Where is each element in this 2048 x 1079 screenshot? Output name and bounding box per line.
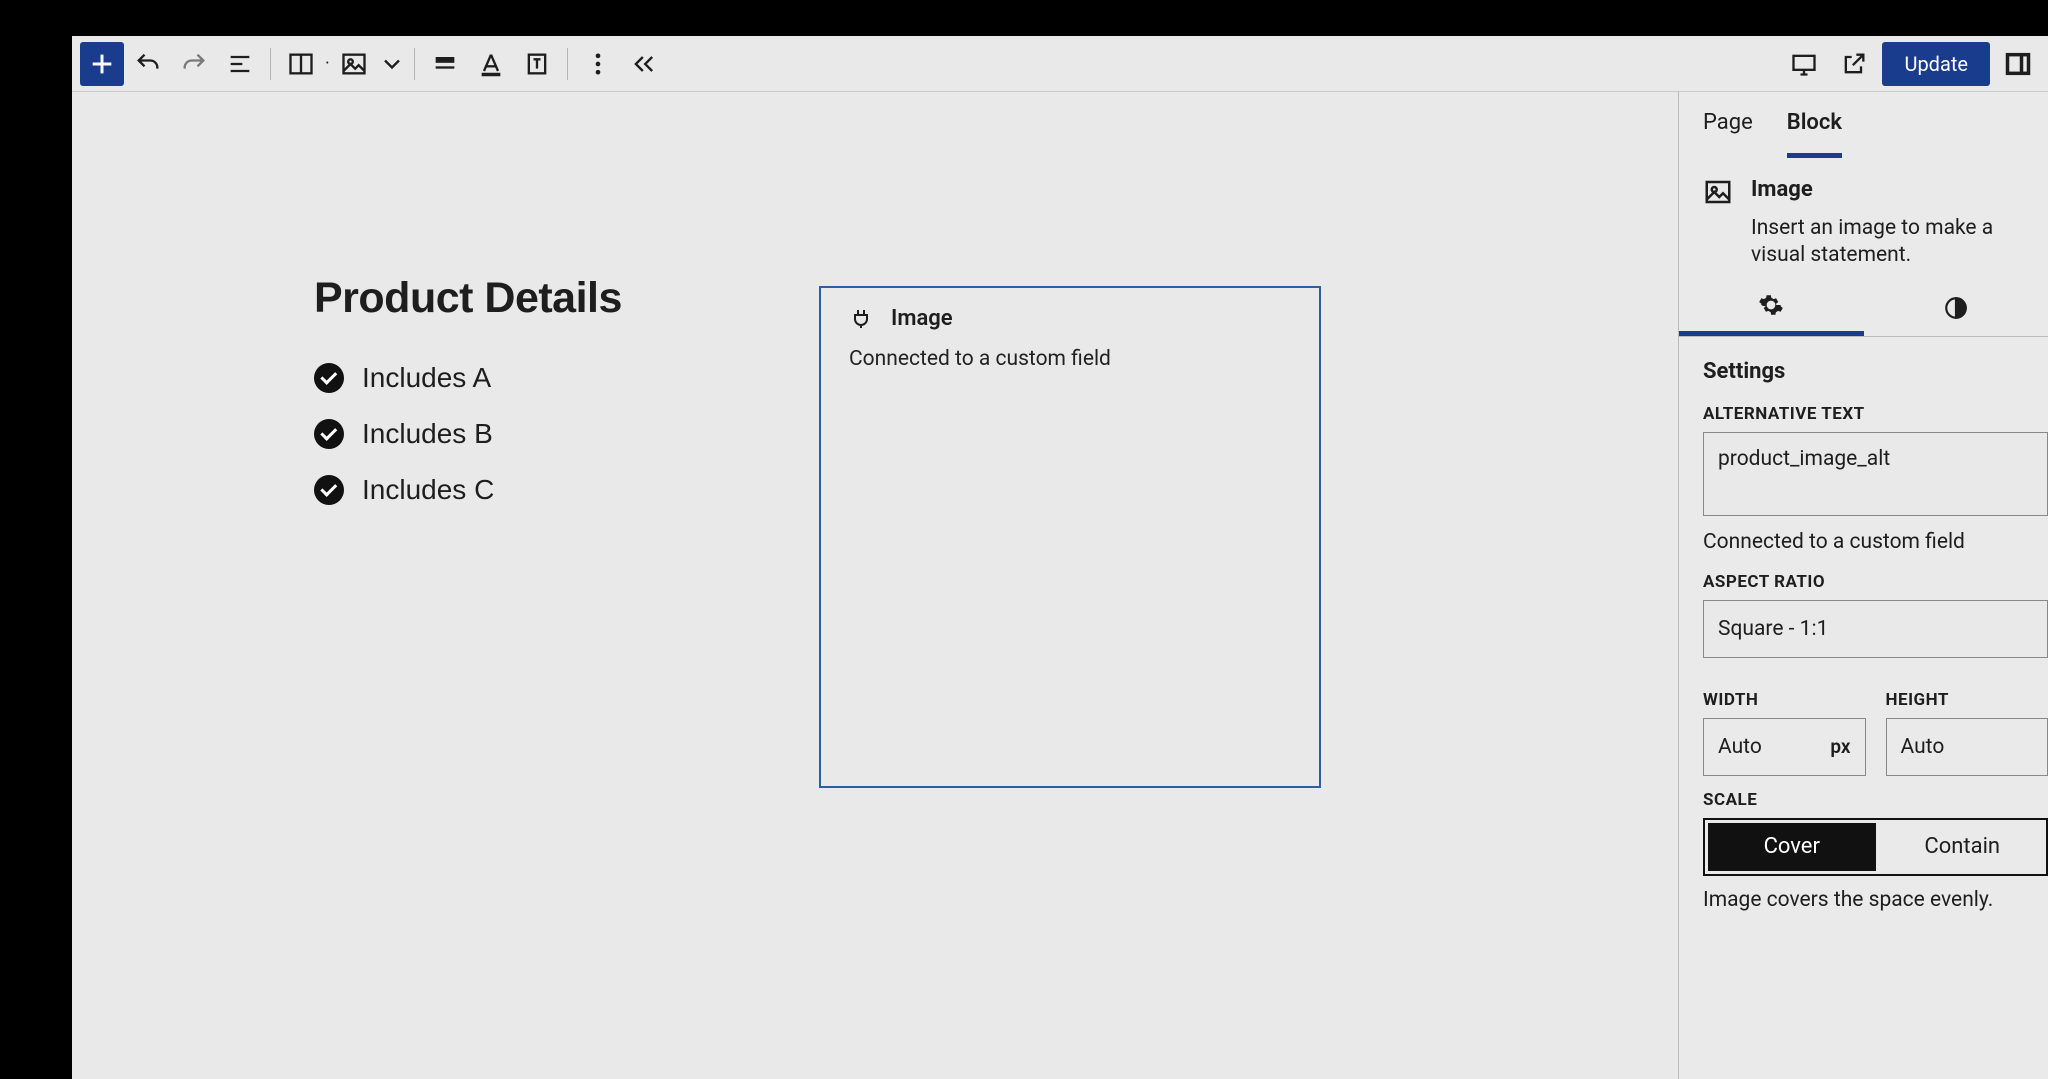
- settings-sidebar: Page Block Image Insert an image to make…: [1678, 92, 2048, 1079]
- top-toolbar: · Update: [72, 36, 2048, 92]
- subtab-settings[interactable]: [1679, 280, 1864, 336]
- editor-window: · Update: [72, 36, 2048, 1079]
- height-value: Auto: [1887, 719, 2048, 775]
- tab-page[interactable]: Page: [1703, 110, 1753, 157]
- list-item-label: Includes A: [362, 362, 491, 394]
- settings-section-header: Settings: [1679, 337, 2048, 390]
- check-circle-icon: [314, 419, 344, 449]
- check-circle-icon: [314, 475, 344, 505]
- columns-layout-button[interactable]: [279, 42, 323, 86]
- list-item[interactable]: Includes B: [314, 418, 494, 450]
- toolbar-divider: [414, 48, 415, 80]
- toolbar-divider: [270, 48, 271, 80]
- page-title[interactable]: Product Details: [314, 274, 622, 323]
- sidebar-subtabs: [1679, 280, 2048, 337]
- scale-help: Image covers the space evenly.: [1679, 876, 2048, 912]
- contrast-icon: [1943, 295, 1969, 321]
- scale-option-contain[interactable]: Contain: [1879, 820, 2047, 874]
- redo-button[interactable]: [172, 42, 216, 86]
- text-style-button[interactable]: [515, 42, 559, 86]
- image-block-selected[interactable]: Image Connected to a custom field: [819, 286, 1321, 788]
- product-feature-list: Includes A Includes B Includes C: [314, 362, 494, 506]
- alt-text-help: Connected to a custom field: [1679, 516, 2048, 558]
- tab-block[interactable]: Block: [1787, 110, 1842, 158]
- add-block-button[interactable]: [80, 42, 124, 86]
- block-type-description: Insert an image to make a visual stateme…: [1679, 213, 2048, 280]
- scale-option-cover[interactable]: Cover: [1708, 823, 1876, 871]
- list-item-label: Includes C: [362, 474, 494, 506]
- list-item[interactable]: Includes A: [314, 362, 494, 394]
- settings-panel-toggle[interactable]: [1996, 42, 2040, 86]
- update-button[interactable]: Update: [1882, 42, 1990, 86]
- subtab-styles[interactable]: [1864, 280, 2048, 336]
- plugin-icon: [849, 307, 873, 331]
- width-value: Auto: [1704, 719, 1816, 775]
- document-overview-button[interactable]: [218, 42, 262, 86]
- scale-toggle: Cover Contain: [1703, 818, 2048, 876]
- main-area: Product Details Includes A Includes B In…: [72, 92, 2048, 1079]
- list-item-label: Includes B: [362, 418, 493, 450]
- toolbar-dot-icon: ·: [325, 53, 330, 74]
- gear-icon: [1758, 292, 1784, 318]
- align-button[interactable]: [423, 42, 467, 86]
- image-block-title: Image: [891, 306, 953, 331]
- block-type-title: Image: [1751, 177, 1813, 202]
- image-icon: [1703, 177, 1733, 207]
- image-insert-button[interactable]: [332, 42, 376, 86]
- width-unit[interactable]: px: [1816, 719, 1864, 775]
- image-block-subtitle: Connected to a custom field: [821, 339, 1319, 379]
- undo-button[interactable]: [126, 42, 170, 86]
- view-page-button[interactable]: [1832, 42, 1876, 86]
- block-type-header: Image: [1679, 157, 2048, 213]
- aspect-ratio-select[interactable]: Square - 1:1: [1703, 600, 2048, 658]
- height-input[interactable]: Auto: [1886, 718, 2048, 776]
- scale-label: SCALE: [1679, 776, 2048, 818]
- alt-text-label: ALTERNATIVE TEXT: [1679, 390, 2048, 432]
- chevron-down-icon[interactable]: [378, 42, 406, 86]
- height-label: HEIGHT: [1886, 676, 2048, 718]
- toolbar-divider: [567, 48, 568, 80]
- width-input[interactable]: Auto px: [1703, 718, 1866, 776]
- device-preview-button[interactable]: [1782, 42, 1826, 86]
- text-color-button[interactable]: [469, 42, 513, 86]
- collapse-toolbar-button[interactable]: [622, 42, 666, 86]
- width-label: WIDTH: [1703, 676, 1866, 718]
- list-item[interactable]: Includes C: [314, 474, 494, 506]
- settings-title: Settings: [1703, 359, 2024, 384]
- more-options-button[interactable]: [576, 42, 620, 86]
- check-circle-icon: [314, 363, 344, 393]
- alt-text-input[interactable]: product_image_alt: [1703, 432, 2048, 516]
- editor-canvas[interactable]: Product Details Includes A Includes B In…: [72, 92, 1678, 1079]
- aspect-ratio-label: ASPECT RATIO: [1679, 558, 2048, 600]
- sidebar-tabs: Page Block: [1679, 92, 2048, 157]
